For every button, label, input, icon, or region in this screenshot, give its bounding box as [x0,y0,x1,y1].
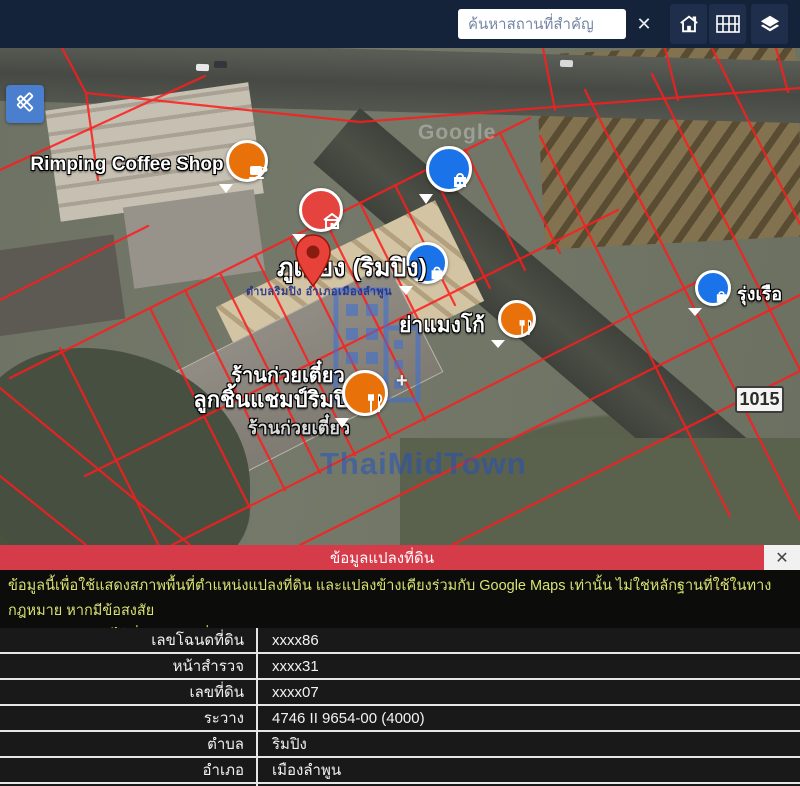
road-shield-1015: 1015 [735,386,784,413]
close-icon: ✕ [775,548,788,568]
table-row-map-sheet: ระวาง 4746 II 9654-00 (4000) [0,704,800,730]
table-row-district: อำเภอ เมืองลำพูน [0,756,800,782]
row-value: xxxx31 [258,658,319,675]
close-icon: ✕ [636,14,651,35]
measure-tools-button[interactable] [6,85,44,123]
table-row-deed-number: เลขโฉนดที่ดิน xxxx86 [0,628,800,652]
table-row-subdistrict: ตำบล ริมปิง [0,730,800,756]
layers-icon [759,13,781,35]
land-parcel-map-app: Google ThaiMidTown 1015 + Rimping Coffee… [0,0,800,786]
row-value: ริมปิง [258,732,307,756]
parcel-info-header: ข้อมูลแปลงที่ดิน ✕ [0,545,800,570]
table-row-land-number: เลขที่ดิน xxxx07 [0,678,800,704]
search-clear-button[interactable]: ✕ [628,4,660,44]
parcel-info-table: เลขโฉนดที่ดิน xxxx86 หน้าสำรวจ xxxx31 เล… [0,628,800,786]
row-value: เมืองลำพูน [258,758,341,782]
row-label: ตำบล [0,732,258,756]
table-row-survey-page: หน้าสำรวจ xxxx31 [0,652,800,678]
home-icon [678,13,700,35]
row-value: xxxx86 [258,632,319,649]
row-label: เลขที่ดิน [0,680,258,704]
grid-view-button[interactable] [709,4,746,44]
google-watermark: Google [418,121,496,145]
satellite-map[interactable]: Google ThaiMidTown 1015 + Rimping Coffee… [0,48,800,545]
label-rungrueang: รุ่งเรือ [737,279,800,308]
map-pin-icon [294,234,332,288]
row-value: xxxx07 [258,684,319,701]
row-label: หน้าสำรวจ [0,654,258,678]
panel-close-button[interactable]: ✕ [764,545,800,570]
row-label: เลขโฉนดที่ดิน [0,628,258,652]
layers-button[interactable] [751,4,788,44]
topbar: ✕ [0,0,800,48]
table-row-province: จังหวัด ลำพูน [0,782,800,786]
search-input[interactable] [458,9,626,39]
row-label: ระวาง [0,706,258,730]
label-noodle-shop-3: ร้านก่วยเตี๋ยว [206,413,392,442]
row-label: อำเภอ [0,758,258,782]
panel-title: ข้อมูลแปลงที่ดิน [0,546,764,570]
disclaimer: ข้อมูลนี้เพื่อใช้แสดงสภาพพื้นที่ตำแหน่งแ… [0,570,800,628]
home-button[interactable] [670,4,707,44]
thaimidtown-watermark: ThaiMidTown [320,446,527,482]
label-place-title: ภูเพียง (ริมปิง) [238,248,466,288]
ruler-pencil-icon [13,90,37,119]
label-mango-eatery: ย่าแมงโก้ [382,309,502,342]
disclaimer-line-1: ข้อมูลนี้เพื่อใช้แสดงสภาพพื้นที่ตำแหน่งแ… [8,574,792,624]
grid-icon [716,15,740,33]
row-value: 4746 II 9654-00 (4000) [258,710,425,727]
label-coffee-shop: Rimping Coffee Shop [14,154,240,176]
